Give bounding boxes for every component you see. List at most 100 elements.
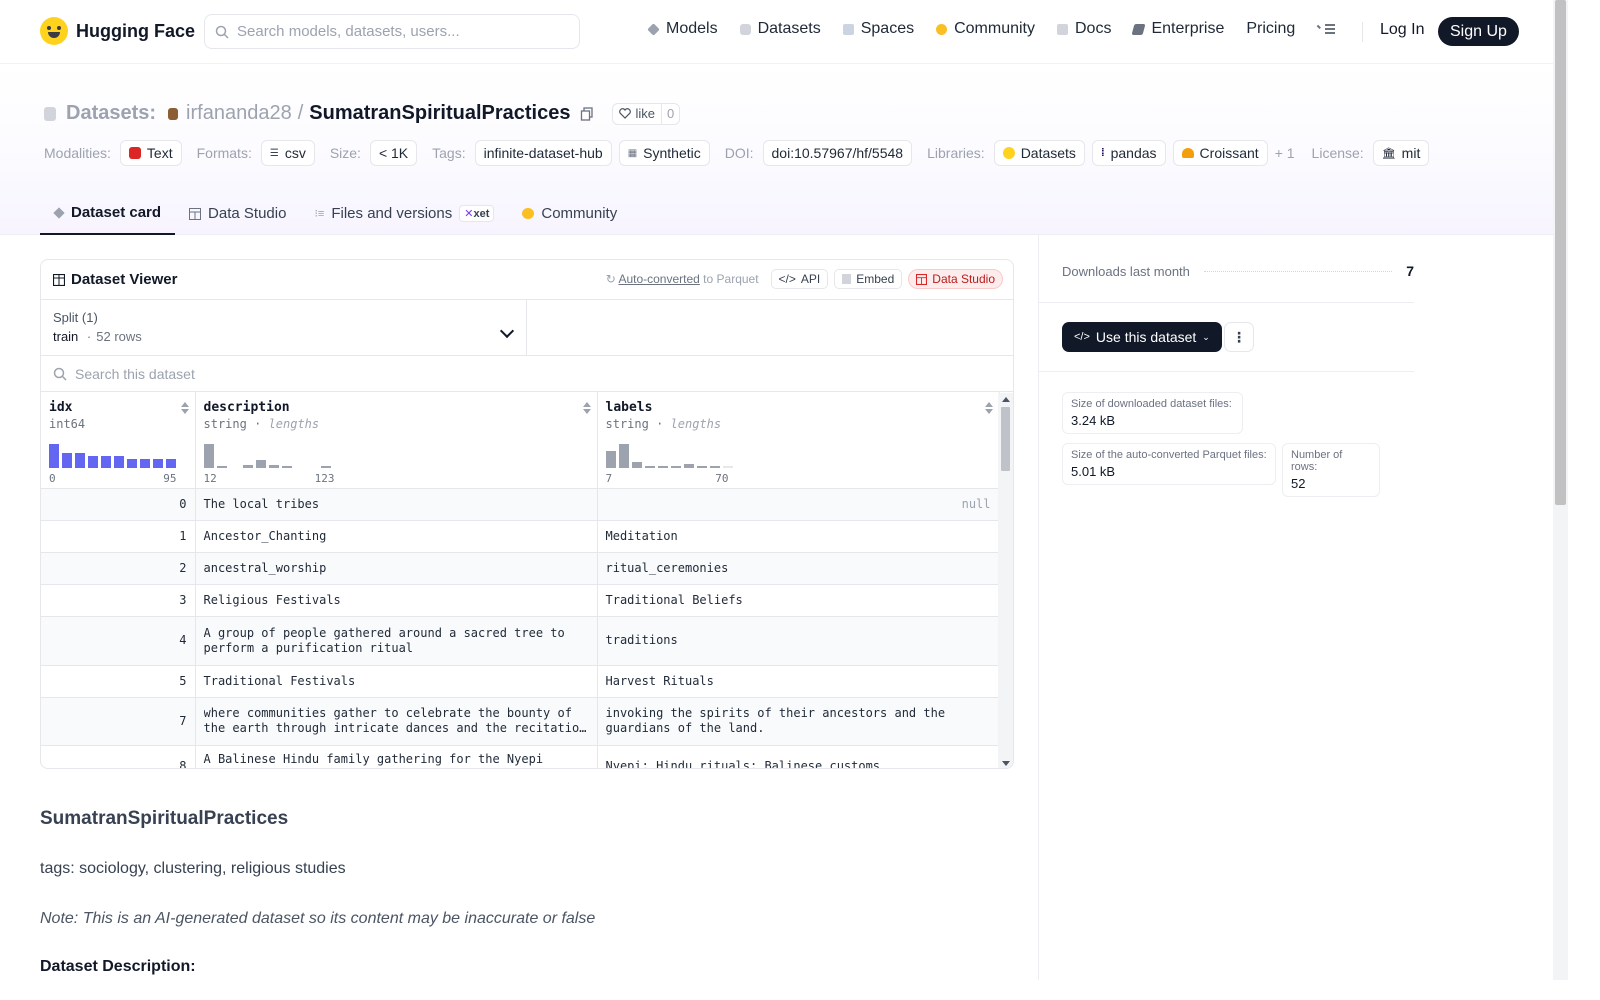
auto-converted-link[interactable]: Auto-converted xyxy=(618,272,699,286)
hist-bar[interactable] xyxy=(153,458,163,468)
dataset-name[interactable]: SumatranSpiritualPractices xyxy=(309,102,570,125)
hist-bar[interactable] xyxy=(696,465,707,468)
tab-community[interactable]: Community xyxy=(508,192,631,235)
tag-synthetic[interactable]: ▦ Synthetic xyxy=(618,140,710,166)
global-search[interactable] xyxy=(204,14,580,49)
table-scrollbar[interactable] xyxy=(998,393,1013,768)
title-separator: / xyxy=(297,102,304,124)
hist-bar[interactable] xyxy=(268,464,279,468)
more-options-button[interactable]: ⋮ xyxy=(1224,322,1254,352)
nav-community[interactable]: Community xyxy=(936,20,1035,38)
hist-bar[interactable] xyxy=(127,458,137,468)
hist-bar[interactable] xyxy=(670,465,681,468)
hist-bar[interactable] xyxy=(101,455,111,468)
hist-bar[interactable] xyxy=(683,463,694,468)
data-studio-button[interactable]: Data Studio xyxy=(908,269,1003,289)
doi-label: DOI: xyxy=(724,145,754,161)
table-row[interactable]: 5 Traditional Festivals Harvest Rituals xyxy=(41,665,1000,698)
tab-data-studio[interactable]: Data Studio xyxy=(175,192,300,235)
dataset-search[interactable] xyxy=(41,356,1013,392)
split-selector[interactable]: Split (1) train · 52 rows xyxy=(41,300,527,355)
section-label: Datasets: xyxy=(66,102,157,124)
tag-lib-croissant[interactable]: Croissant xyxy=(1172,140,1268,166)
stat-label: Size of the auto-converted Parquet files… xyxy=(1071,449,1267,461)
tag-lib-datasets[interactable]: Datasets xyxy=(993,140,1085,166)
table-row[interactable]: 4 A group of people gathered around a sa… xyxy=(41,616,1000,666)
page-scrollbar-thumb[interactable] xyxy=(1555,0,1566,505)
tag-license[interactable]: 🏛 mit xyxy=(1372,140,1430,166)
tab-dataset-card[interactable]: Dataset card xyxy=(40,192,176,235)
logo[interactable]: Hugging Face xyxy=(40,17,195,45)
signup-button[interactable]: Sign Up xyxy=(1438,17,1519,46)
global-search-input[interactable] xyxy=(237,23,557,40)
tag-infinite-dataset-hub[interactable]: infinite-dataset-hub xyxy=(474,140,612,166)
hist-bar[interactable] xyxy=(320,465,331,468)
tab-files-and-versions[interactable]: ⁝≡ Files and versions ✕xet xyxy=(300,192,508,235)
embed-button[interactable]: Embed xyxy=(834,269,903,289)
hist-bar[interactable] xyxy=(722,465,733,468)
dataset-search-input[interactable] xyxy=(75,365,575,382)
scroll-down-icon[interactable] xyxy=(1002,761,1010,766)
api-button[interactable]: </> API xyxy=(770,269,829,289)
nav-models[interactable]: Models xyxy=(647,20,718,38)
table-row[interactable]: 1 Ancestor_Chanting Meditation xyxy=(41,520,1000,553)
hist-bar[interactable] xyxy=(242,464,253,468)
tag-lib-pandas[interactable]: ⁞ pandas xyxy=(1091,140,1166,166)
hist-bar[interactable] xyxy=(631,461,642,468)
nav-more[interactable] xyxy=(1317,23,1336,35)
hist-bar[interactable] xyxy=(114,455,124,468)
synthetic-icon: ▦ xyxy=(627,147,638,159)
table-row[interactable]: 2 ancestral_worship ritual_ceremonies xyxy=(41,552,1000,585)
hist-bar[interactable] xyxy=(88,455,98,468)
tag-format[interactable]: ☰ csv xyxy=(260,140,315,166)
table-row[interactable]: 8 A Balinese Hindu family gathering for … xyxy=(41,745,1000,768)
hist-bar[interactable] xyxy=(62,452,72,468)
embed-icon xyxy=(842,274,852,284)
nav-pricing[interactable]: Pricing xyxy=(1246,20,1295,38)
hist-bar[interactable] xyxy=(644,465,655,468)
column-header-labels[interactable]: labels string · lengths 7 70 xyxy=(597,392,1000,489)
hist-bar[interactable] xyxy=(216,465,227,468)
hist-bar[interactable] xyxy=(75,452,85,468)
login-link[interactable]: Log In xyxy=(1380,21,1424,39)
dataset-tabs: Dataset card Data Studio ⁝≡ Files and ver… xyxy=(40,192,631,235)
sort-icon[interactable] xyxy=(180,402,189,414)
hist-bar[interactable] xyxy=(255,459,266,468)
table-row[interactable]: 0 The local tribes null xyxy=(41,488,1000,521)
nav-spaces[interactable]: Spaces xyxy=(842,20,914,38)
scrollbar-thumb[interactable] xyxy=(1001,407,1010,471)
logo-text: Hugging Face xyxy=(76,20,196,41)
hist-bar[interactable] xyxy=(618,443,629,468)
column-header-idx[interactable]: idx int64 0 95 xyxy=(41,392,196,489)
column-type-extra: lengths xyxy=(670,417,722,431)
hist-bar[interactable] xyxy=(657,465,668,468)
sort-icon[interactable] xyxy=(582,402,591,414)
tag-modality[interactable]: Text xyxy=(119,140,182,166)
hist-bar[interactable] xyxy=(166,458,176,468)
table-row[interactable]: 3 Religious Festivals Traditional Belief… xyxy=(41,584,1000,617)
like-button[interactable]: like 0 xyxy=(612,102,681,125)
page-scrollbar[interactable] xyxy=(1553,0,1568,980)
libraries-more[interactable]: + 1 xyxy=(1275,145,1295,161)
hist-bar[interactable] xyxy=(140,458,150,468)
nav-docs[interactable]: Docs xyxy=(1057,20,1111,38)
scroll-up-icon[interactable] xyxy=(1002,397,1010,402)
hist-bar[interactable] xyxy=(49,443,59,468)
tag-size[interactable]: < 1K xyxy=(369,140,418,166)
sort-icon[interactable] xyxy=(984,402,993,414)
tag-doi[interactable]: doi:10.57967/hf/5548 xyxy=(762,140,913,166)
dataset-header: Datasets: irfananda28 / SumatranSpiritua… xyxy=(0,64,1553,235)
table-row[interactable]: 7 where communities gather to celebrate … xyxy=(41,697,1000,746)
copy-icon[interactable] xyxy=(580,106,594,121)
nav-enterprise[interactable]: Enterprise xyxy=(1131,20,1224,38)
owner-link[interactable]: irfananda28 xyxy=(186,102,292,125)
hist-bar[interactable] xyxy=(281,465,292,468)
hist-bar[interactable] xyxy=(203,443,214,468)
nav-datasets[interactable]: Datasets xyxy=(739,20,821,38)
use-this-dataset-button[interactable]: </> Use this dataset ⌄ xyxy=(1062,322,1222,352)
cell-text: invoking the spirits of their ancestors … xyxy=(605,706,946,735)
column-header-description[interactable]: description string · lengths 12 123 xyxy=(195,392,598,489)
hist-bar[interactable] xyxy=(709,465,720,468)
hist-bar[interactable] xyxy=(605,450,616,468)
size-label: Size: xyxy=(329,145,361,161)
